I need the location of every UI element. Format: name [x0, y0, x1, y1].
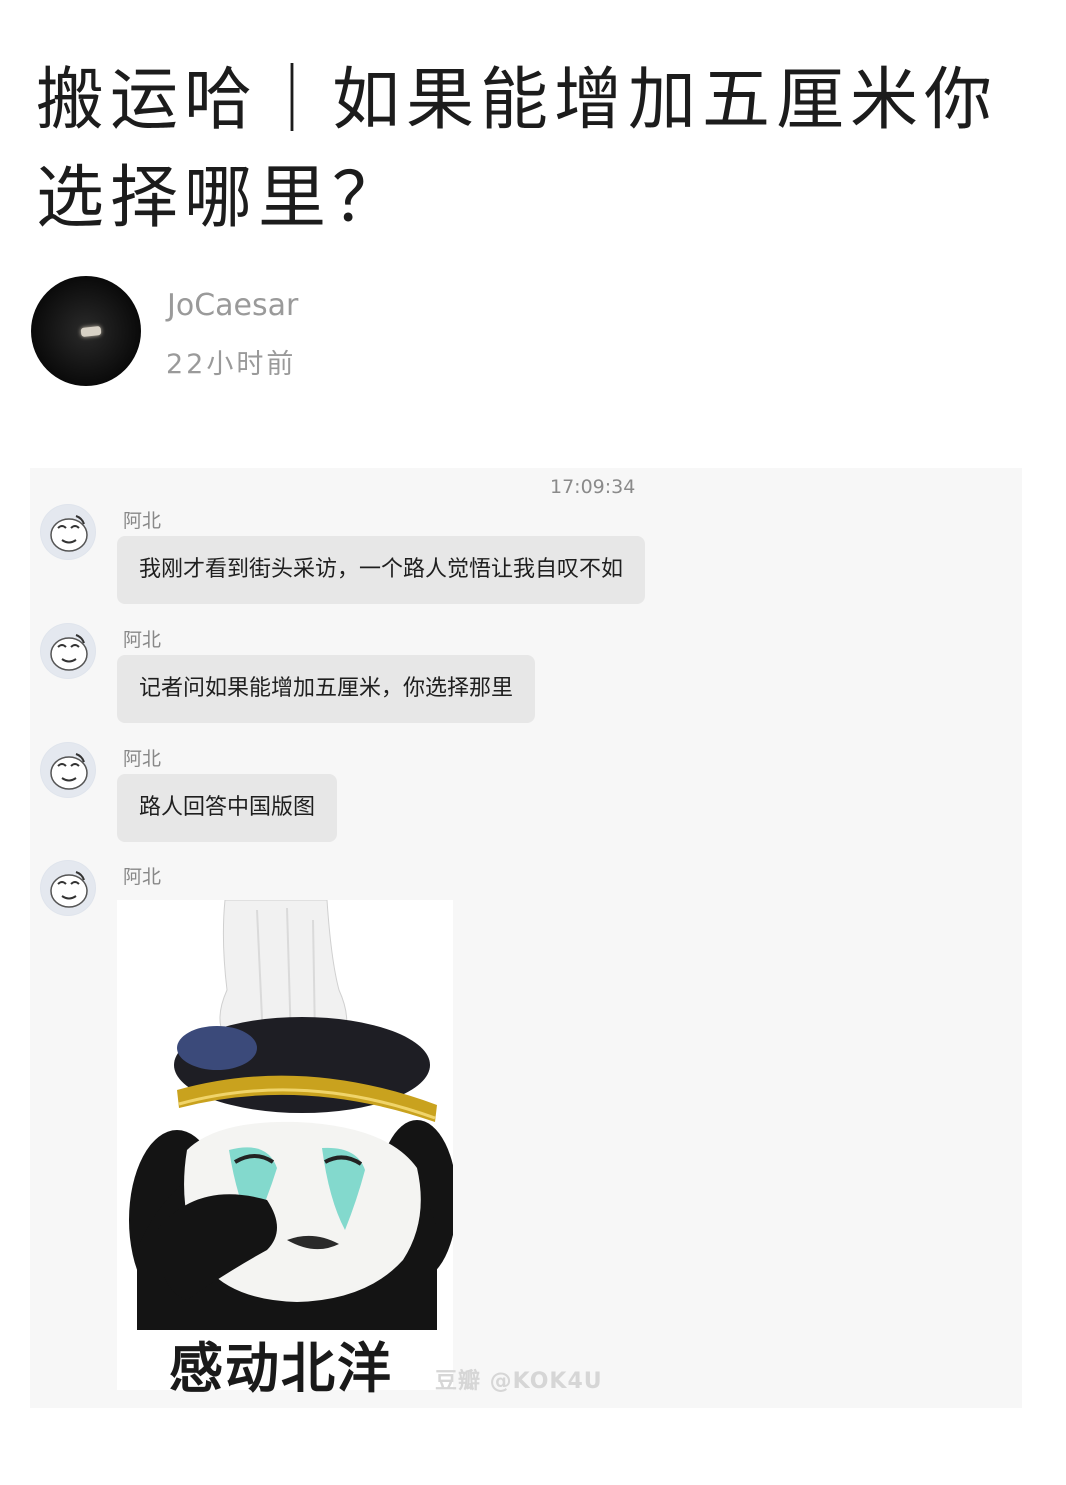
post-time: 22小时前	[166, 349, 297, 380]
douban-watermark: 豆瓣 @KOK4U	[435, 1369, 603, 1394]
author-name[interactable]: JoCaesar	[167, 288, 298, 323]
panda-meme-icon	[129, 900, 453, 1330]
sender-name: 阿北	[123, 629, 162, 651]
post-title: 搬运哈｜如果能增加五厘米你选择哪里？	[36, 61, 999, 238]
panda-avatar-icon[interactable]	[40, 623, 96, 679]
panda-avatar-icon[interactable]	[40, 742, 96, 798]
panda-avatar-icon[interactable]	[40, 860, 96, 916]
sticker-image[interactable]: 感动北洋	[117, 900, 453, 1400]
message-bubble[interactable]: 我刚才看到街头采访，一个路人觉悟让我自叹不如	[117, 536, 646, 604]
message-bubble[interactable]: 记者问如果能增加五厘米，你选择那里	[117, 655, 536, 723]
sticker-caption: 感动北洋	[169, 1337, 393, 1400]
chat-screenshot: 17:09:34 阿北 我刚才看到街头采访，一个路人觉悟让我自叹不如 阿北 记者…	[30, 468, 1022, 1408]
chat-timestamp: 17:09:34	[550, 476, 636, 498]
panda-avatar-icon[interactable]	[40, 504, 96, 560]
sender-name: 阿北	[123, 748, 162, 770]
sender-name: 阿北	[123, 866, 162, 888]
sender-name: 阿北	[123, 510, 162, 532]
author-avatar[interactable]	[31, 276, 141, 386]
avatar-light	[80, 325, 102, 338]
message-bubble[interactable]: 路人回答中国版图	[117, 774, 338, 842]
